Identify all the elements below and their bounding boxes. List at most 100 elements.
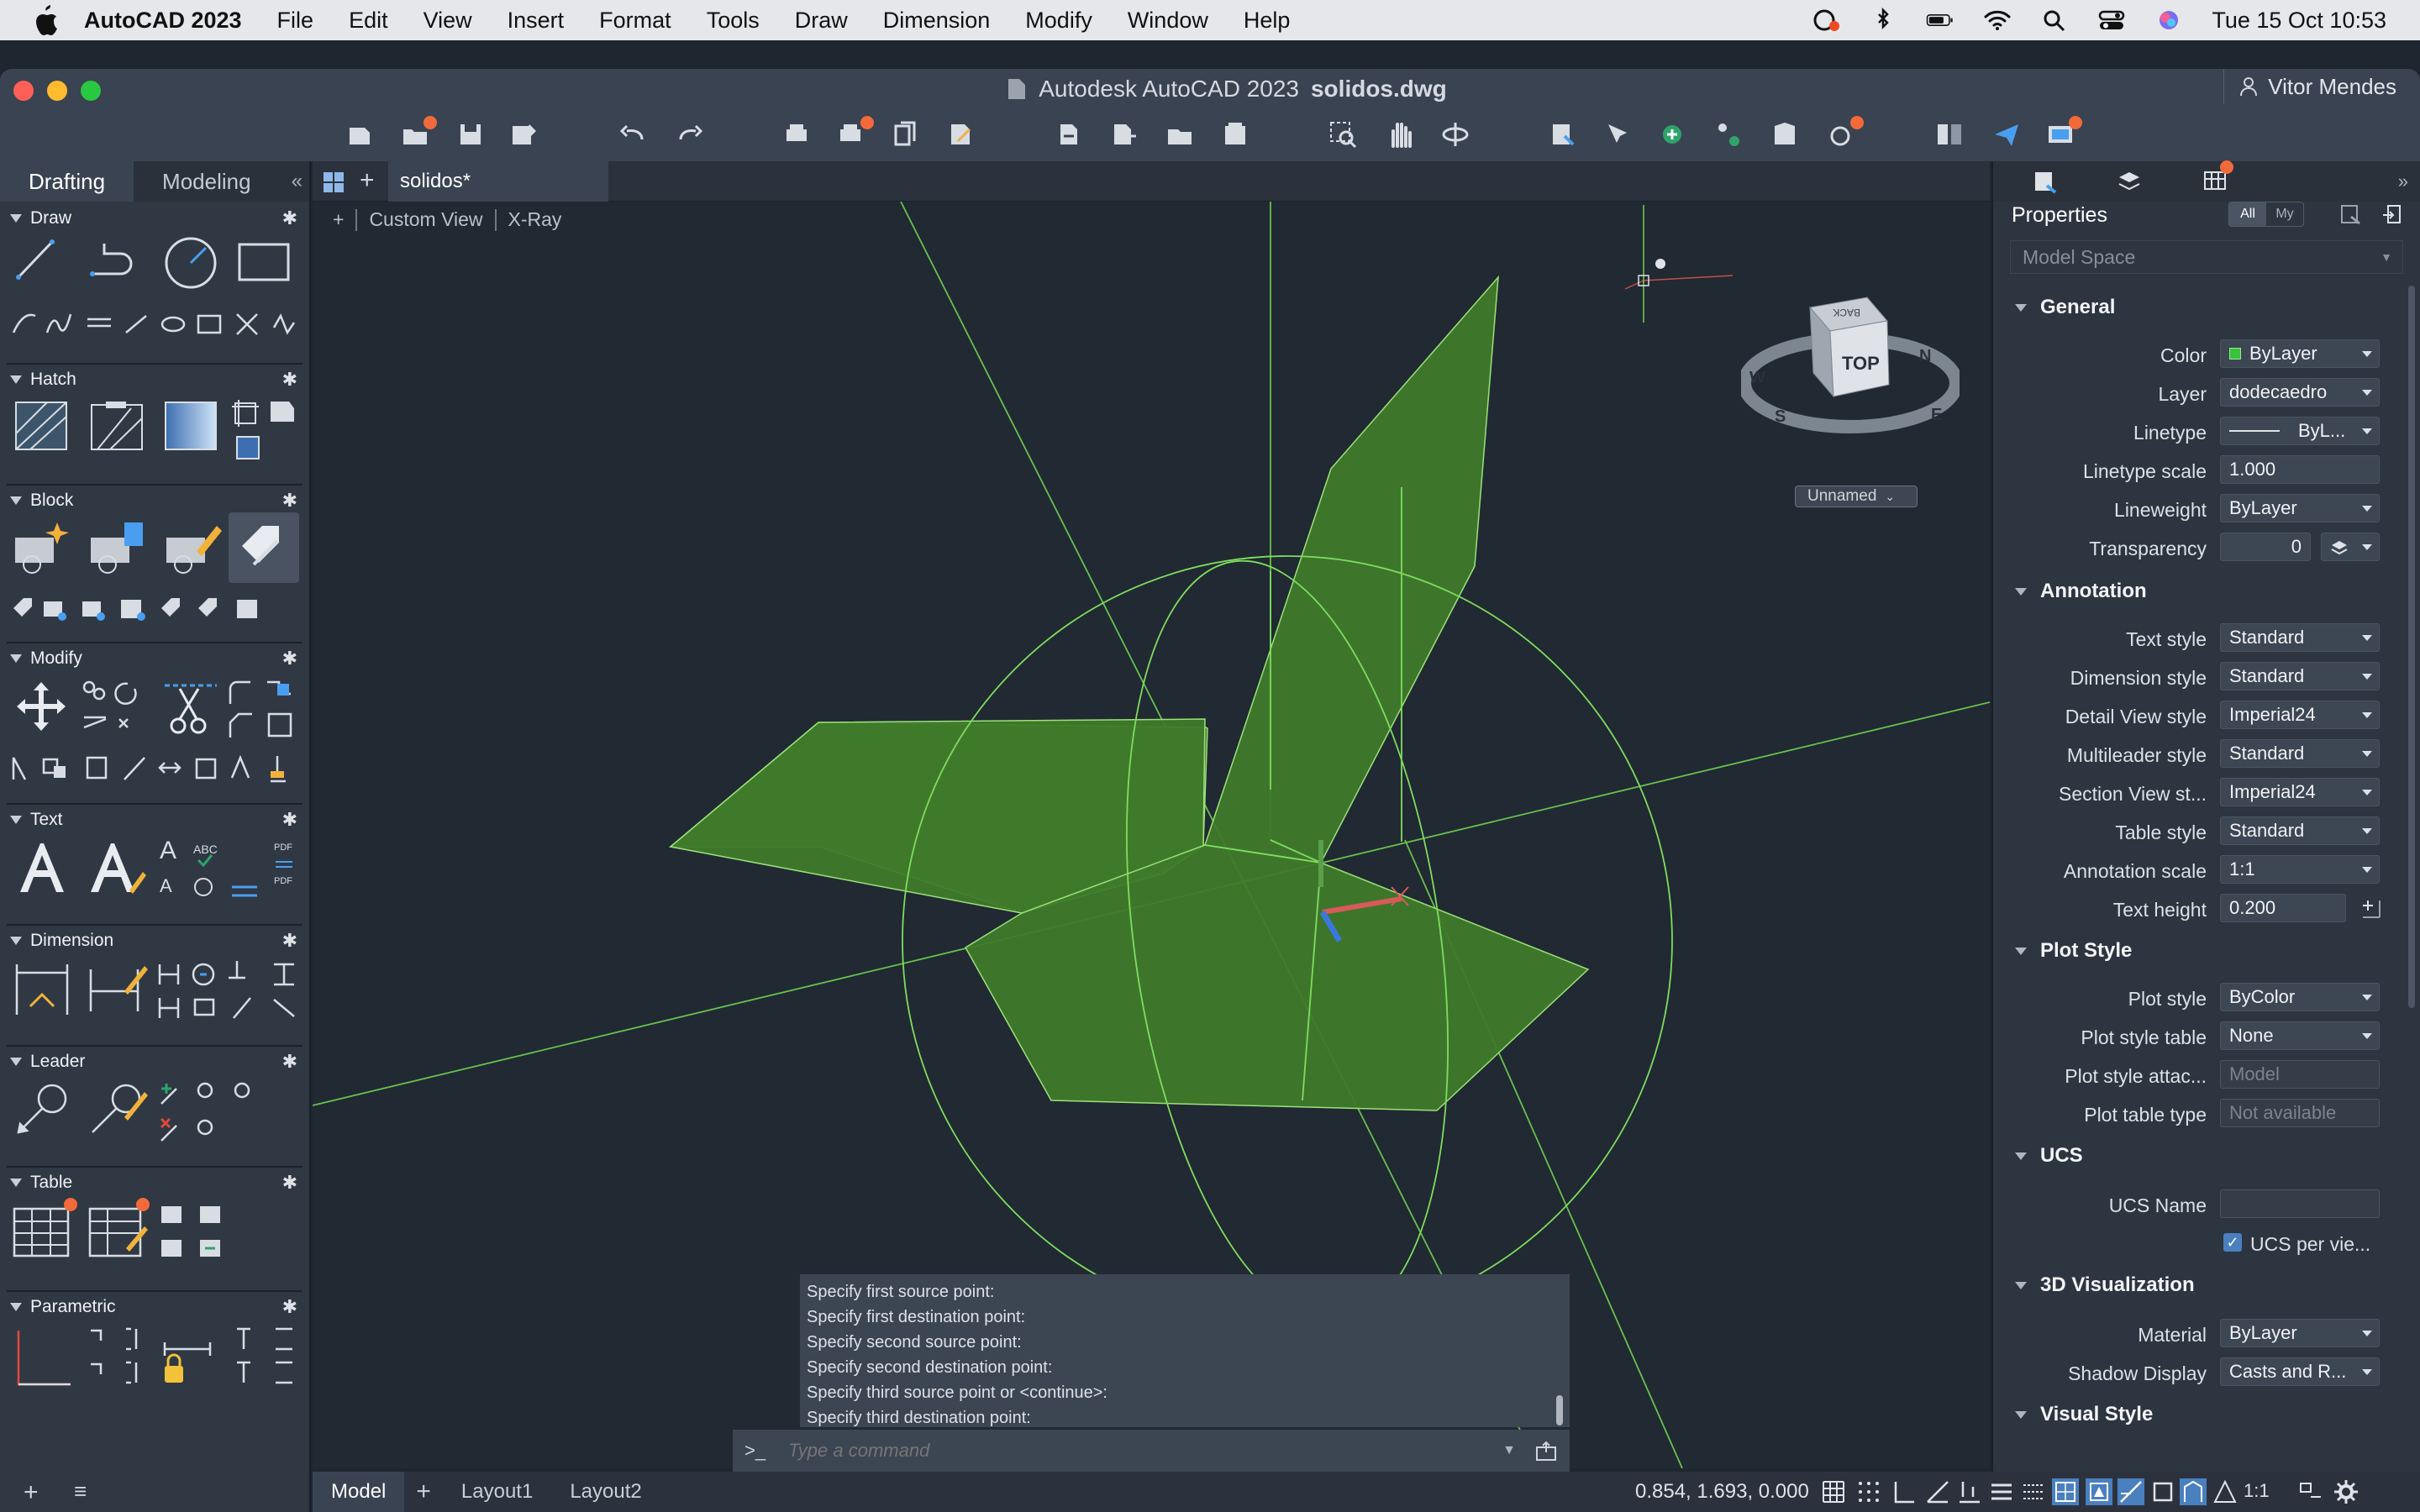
block-attributes-tool[interactable] bbox=[229, 512, 299, 583]
section-hatch-header[interactable]: Hatch ✱ bbox=[0, 366, 304, 393]
prop-color-dropdown[interactable]: ByLayer bbox=[2220, 339, 2380, 368]
prop-linetype-scale-field[interactable]: 1.000 bbox=[2220, 455, 2380, 484]
group-3d-visualization-header[interactable]: 3D Visualization bbox=[2015, 1273, 2195, 1297]
filter-my-button[interactable]: My bbox=[2266, 202, 2303, 226]
section-block-header[interactable]: Block ✱ bbox=[0, 487, 304, 514]
app-menu[interactable]: AutoCAD 2023 bbox=[84, 8, 242, 34]
section-parametric-header[interactable]: Parametric ✱ bbox=[0, 1294, 304, 1320]
properties-scrollbar[interactable] bbox=[2408, 286, 2415, 1008]
group-visual-style-header[interactable]: Visual Style bbox=[2015, 1403, 2153, 1426]
boundary-tools-icon[interactable] bbox=[232, 396, 299, 464]
save-button[interactable] bbox=[454, 118, 487, 151]
line-tool-icon[interactable] bbox=[13, 235, 57, 282]
prop-linetype-dropdown[interactable]: ByL... bbox=[2220, 417, 2380, 445]
menu-tools[interactable]: Tools bbox=[707, 8, 760, 34]
open-file-button[interactable] bbox=[398, 116, 437, 151]
ucs-dropdown[interactable]: Unnamed ⌄ bbox=[1795, 486, 1918, 507]
prop-text-height-field[interactable]: 0.200 bbox=[2220, 894, 2346, 922]
expand-palette-icon[interactable]: » bbox=[2398, 171, 2408, 192]
share-drawing-button[interactable] bbox=[1990, 118, 2023, 151]
blocks-tab[interactable] bbox=[2202, 160, 2233, 197]
publish-web-button[interactable] bbox=[2044, 116, 2082, 151]
prop-shadow-display-dropdown[interactable]: Casts and R... bbox=[2220, 1357, 2380, 1386]
viewcube-south[interactable]: S bbox=[1775, 407, 1786, 426]
viewcube[interactable]: W S E N BACK TOP bbox=[1741, 279, 1960, 447]
tab-modeling[interactable]: Modeling bbox=[134, 161, 280, 202]
zoom-window-tool-button[interactable] bbox=[1326, 118, 1360, 151]
user-account-button[interactable]: Vitor Mendes bbox=[2223, 69, 2412, 104]
hatch-edit-icon[interactable] bbox=[89, 400, 145, 452]
ortho-icon[interactable] bbox=[1891, 1478, 1918, 1505]
start-tab-grid-icon[interactable] bbox=[323, 171, 345, 193]
prop-text-style-dropdown[interactable]: Standard bbox=[2220, 623, 2380, 652]
gear-icon[interactable]: ✱ bbox=[282, 207, 297, 229]
menu-dimension[interactable]: Dimension bbox=[883, 8, 991, 34]
bluetooth-icon[interactable] bbox=[1869, 8, 1897, 33]
wifi-icon[interactable] bbox=[1983, 8, 2012, 33]
data-extraction-button[interactable] bbox=[1825, 116, 1864, 151]
selection-cycling-icon[interactable] bbox=[2052, 1478, 2079, 1505]
text-tools-grid[interactable]: A ABC PDF A PDF bbox=[156, 837, 301, 904]
batch-plot-button[interactable] bbox=[835, 116, 874, 151]
viewcube-east[interactable]: E bbox=[1931, 406, 1942, 424]
apple-icon[interactable] bbox=[32, 5, 59, 35]
multiline-text-icon[interactable] bbox=[17, 840, 67, 895]
annotation-scale-dropdown[interactable]: 1:1 bbox=[2244, 1480, 2270, 1502]
menu-format[interactable]: Format bbox=[599, 8, 671, 34]
gradient-tool-icon[interactable] bbox=[163, 400, 218, 452]
dimension-style-icon[interactable] bbox=[87, 961, 148, 1016]
undo-button[interactable] bbox=[617, 118, 650, 151]
new-file-button[interactable] bbox=[343, 118, 376, 151]
properties-tab-icon[interactable] bbox=[2032, 169, 2059, 194]
prop-section-view-style-dropdown[interactable]: Imperial24 bbox=[2220, 778, 2380, 806]
menu-edit[interactable]: Edit bbox=[349, 8, 388, 34]
viewcube-back[interactable]: BACK bbox=[1833, 307, 1860, 318]
snap-icon[interactable] bbox=[1855, 1478, 1882, 1505]
group-annotation-header[interactable]: Annotation bbox=[2015, 580, 2147, 603]
3d-osnap-icon[interactable] bbox=[2086, 1478, 2112, 1505]
command-line-options-icon[interactable] bbox=[1534, 1439, 1558, 1462]
gear-icon[interactable]: ✱ bbox=[282, 809, 297, 831]
gear-icon[interactable]: ✱ bbox=[282, 369, 297, 391]
compare-button[interactable] bbox=[1933, 118, 1966, 151]
prop-dimension-style-dropdown[interactable]: Standard bbox=[2220, 662, 2380, 690]
table-style-icon[interactable] bbox=[87, 1206, 148, 1258]
export-button[interactable] bbox=[1107, 118, 1141, 151]
prop-material-dropdown[interactable]: ByLayer bbox=[2220, 1319, 2380, 1347]
redo-button[interactable] bbox=[672, 118, 706, 151]
creative-cloud-icon[interactable] bbox=[1812, 8, 1840, 33]
insert-block-icon[interactable] bbox=[87, 519, 148, 575]
table-tool-icon[interactable] bbox=[12, 1206, 71, 1258]
prop-multileader-style-dropdown[interactable]: Standard bbox=[2220, 739, 2380, 768]
object-snap-tracking-icon[interactable] bbox=[2118, 1478, 2144, 1505]
transparency-layers-button[interactable] bbox=[2321, 533, 2380, 561]
polyline-tool-icon[interactable] bbox=[87, 235, 146, 282]
layer-properties-button[interactable] bbox=[1657, 118, 1691, 151]
tab-layout1[interactable]: Layout1 bbox=[443, 1472, 551, 1512]
view-menu-button[interactable]: Custom View bbox=[369, 208, 482, 231]
create-block-icon[interactable] bbox=[12, 519, 72, 575]
modify-tools-grid[interactable] bbox=[81, 679, 151, 746]
grid-icon[interactable] bbox=[1820, 1478, 1847, 1505]
publish-button[interactable] bbox=[889, 118, 923, 151]
polar-tracking-icon[interactable] bbox=[1924, 1478, 1951, 1505]
prop-transparency-field[interactable]: 0 bbox=[2220, 533, 2311, 561]
quick-select-button[interactable] bbox=[1712, 118, 1746, 151]
section-leader-header[interactable]: Leader ✱ bbox=[0, 1048, 304, 1075]
collapse-palette-icon[interactable]: « bbox=[280, 161, 314, 202]
select-objects-icon[interactable] bbox=[2380, 203, 2403, 227]
properties-palette-button[interactable] bbox=[1546, 118, 1580, 151]
share-button[interactable] bbox=[1163, 118, 1197, 151]
save-as-button[interactable] bbox=[508, 118, 541, 151]
edit-block-icon[interactable] bbox=[163, 519, 224, 575]
leader-tools-grid[interactable] bbox=[158, 1079, 267, 1146]
block-editor-button[interactable] bbox=[1768, 118, 1802, 151]
transparency-icon[interactable] bbox=[2020, 1478, 2047, 1505]
dimension-tools-grid[interactable] bbox=[156, 958, 301, 1025]
control-center-icon[interactable] bbox=[2097, 8, 2126, 33]
pan-button[interactable] bbox=[1383, 118, 1417, 151]
section-table-header[interactable]: Table ✱ bbox=[0, 1169, 304, 1196]
viewcube-north[interactable]: N bbox=[1919, 347, 1931, 365]
match-properties-button[interactable] bbox=[1602, 118, 1635, 151]
menu-window[interactable]: Window bbox=[1128, 8, 1208, 34]
